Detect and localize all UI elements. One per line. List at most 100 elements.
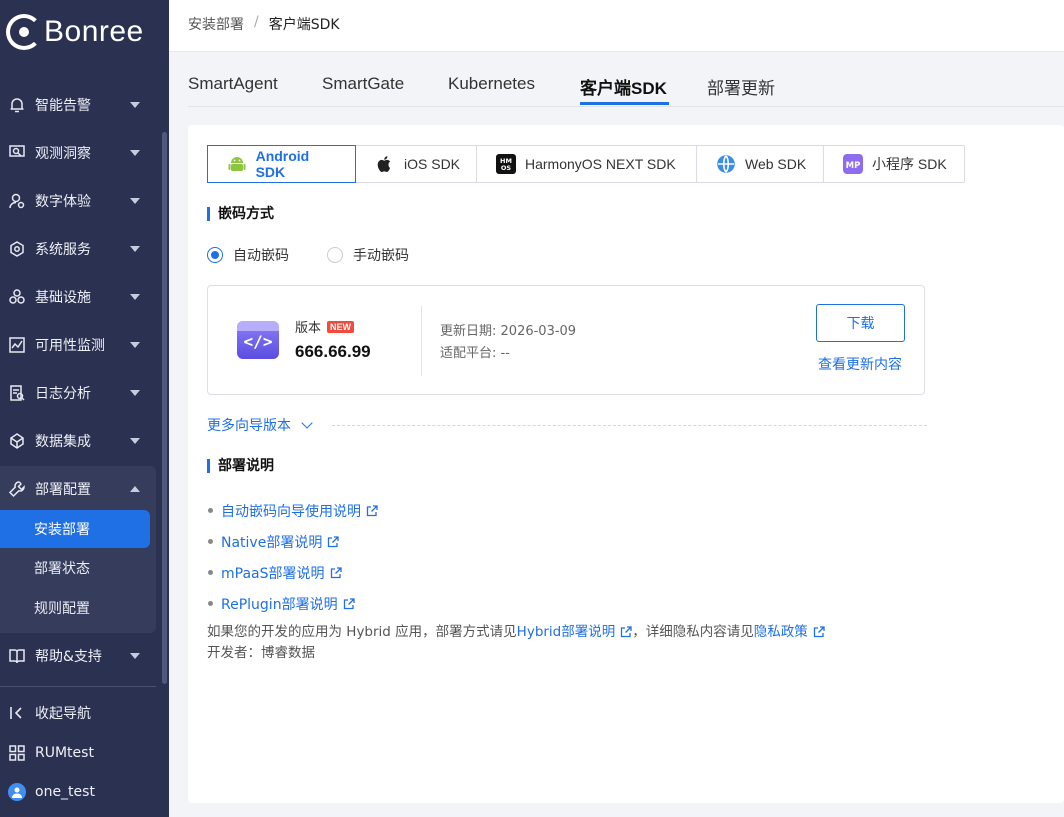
sidebar-item-infrastructure[interactable]: 基础设施	[0, 273, 156, 321]
sdk-tab-label: Web SDK	[745, 156, 807, 172]
sidebar-item-label: 系统服务	[35, 242, 91, 258]
privacy-policy-link[interactable]: 隐私政策	[754, 624, 808, 640]
external-link-icon	[621, 626, 632, 638]
update-date-row: 更新日期: 2026-03-09	[440, 320, 576, 339]
app-name: RUMtest	[35, 745, 94, 761]
deploy-doc-list: 自动嵌码向导使用说明 Native部署说明 mPaaS部署说明 RePlugin…	[207, 495, 378, 619]
more-versions-label: 更多向导版本	[207, 418, 291, 434]
sdk-tab-android[interactable]: Android SDK	[207, 145, 356, 183]
sidebar-subitem-rule-config[interactable]: 规则配置	[0, 589, 150, 627]
miniprogram-icon: MP	[842, 153, 864, 175]
bullet-dot	[208, 539, 213, 544]
sdk-tab-harmonyos[interactable]: HM OS HarmonyOS NEXT SDK	[476, 145, 697, 183]
sdk-tab-label: iOS SDK	[404, 156, 461, 172]
note-prefix: 如果您的开发的应用为 Hybrid 应用，部署方式请见	[207, 624, 517, 640]
apps-grid-icon	[8, 744, 26, 762]
brand-logo[interactable]: Bonree	[6, 12, 144, 52]
breadcrumb: 安装部署 / 客户端SDK	[188, 14, 340, 34]
sdk-tab-ios[interactable]: iOS SDK	[355, 145, 477, 183]
update-date-value: 2026-03-09	[500, 324, 577, 339]
hybrid-deploy-link[interactable]: Hybrid部署说明	[517, 624, 616, 640]
android-icon	[226, 153, 248, 175]
view-update-content-link[interactable]: 查看更新内容	[818, 354, 902, 374]
sdk-tab-label: 小程序 SDK	[872, 156, 947, 172]
list-item[interactable]: Native部署说明	[207, 526, 378, 557]
collapse-nav-button[interactable]: 收起导航	[0, 693, 156, 733]
tab-kubernetes[interactable]: Kubernetes	[448, 74, 535, 94]
sidebar-item-deploy-config[interactable]: 部署配置	[0, 465, 156, 513]
sidebar-item-label: 部署配置	[35, 482, 91, 498]
sidebar-scrollbar[interactable]	[162, 132, 167, 684]
breadcrumb-parent[interactable]: 安装部署	[188, 14, 244, 34]
list-item[interactable]: 自动嵌码向导使用说明	[207, 495, 378, 526]
list-item[interactable]: RePlugin部署说明	[207, 588, 378, 619]
tab-client-sdk[interactable]: 客户端SDK	[580, 74, 667, 99]
apple-icon	[374, 153, 396, 175]
doc-link[interactable]: 自动嵌码向导使用说明	[221, 501, 361, 521]
insight-icon	[8, 144, 26, 162]
bonree-logo-icon	[6, 14, 42, 50]
radio-auto-embed-label[interactable]: 自动嵌码	[233, 245, 289, 265]
deploy-note: 如果您的开发的应用为 Hybrid 应用，部署方式请见Hybrid部署说明 ，详细…	[207, 622, 825, 664]
bullet-dot	[208, 570, 213, 575]
dashed-divider	[332, 425, 927, 426]
embed-section-title: 嵌码方式	[207, 207, 274, 221]
app-switcher[interactable]: RUMtest	[0, 733, 156, 773]
doc-link[interactable]: mPaaS部署说明	[221, 563, 325, 583]
svg-text:MP: MP	[846, 161, 861, 171]
external-link-icon	[366, 504, 378, 516]
list-item[interactable]: mPaaS部署说明	[207, 557, 378, 588]
sidebar-item-insight[interactable]: 观测洞察	[0, 129, 156, 177]
embed-mode-radio-group: 自动嵌码 手动嵌码	[207, 245, 409, 265]
version-divider	[421, 306, 422, 376]
developer-label: 开发者：	[207, 645, 261, 661]
sidebar-item-label: 基础设施	[35, 290, 91, 306]
sidebar-item-experience[interactable]: 数字体验	[0, 177, 156, 225]
external-link-icon	[328, 535, 339, 547]
chevron-down-icon	[130, 438, 140, 444]
alert-icon	[8, 96, 26, 114]
doc-link[interactable]: Native部署说明	[221, 532, 322, 552]
download-button[interactable]: 下载	[816, 304, 905, 342]
external-link-icon	[343, 597, 355, 609]
sdk-tab-web[interactable]: Web SDK	[696, 145, 824, 183]
chevron-up-icon	[130, 486, 140, 492]
tab-smartagent[interactable]: SmartAgent	[188, 74, 278, 94]
external-link-icon	[813, 626, 825, 638]
chevron-down-icon	[301, 417, 313, 429]
tab-deploy-update[interactable]: 部署更新	[707, 74, 775, 99]
sidebar-item-availability[interactable]: 可用性监测	[0, 321, 156, 369]
deploy-tabs: SmartAgent SmartGate Kubernetes 客户端SDK 部…	[188, 62, 1064, 107]
chevron-down-icon	[130, 246, 140, 252]
user-experience-icon	[8, 192, 26, 210]
sidebar-item-help[interactable]: 帮助&支持	[0, 632, 156, 680]
version-label: 版本	[295, 321, 322, 336]
radio-auto-embed[interactable]	[207, 247, 223, 263]
sidebar-item-data-integration[interactable]: 数据集成	[0, 417, 156, 465]
sidebar-subitem-install[interactable]: 安装部署	[0, 510, 150, 548]
sidebar-item-system-service[interactable]: 系统服务	[0, 225, 156, 273]
developer-name: 博睿数据	[261, 645, 315, 661]
sdk-tab-label: HarmonyOS NEXT SDK	[525, 156, 676, 172]
content-card: Android SDK iOS SDK HM OS HarmonyOS NEXT …	[188, 125, 1064, 803]
bullet-dot	[208, 508, 213, 513]
sdk-tab-label: Android SDK	[255, 148, 310, 180]
avatar-icon	[8, 783, 26, 801]
sidebar-item-log[interactable]: 日志分析	[0, 369, 156, 417]
user-menu[interactable]: one_test	[0, 772, 156, 812]
note-middle: ，详细隐私内容请见	[632, 624, 754, 640]
sidebar-item-alert[interactable]: 智能告警	[0, 81, 156, 129]
sidebar-item-label: 数字体验	[35, 194, 91, 210]
radio-manual-embed[interactable]	[327, 247, 343, 263]
harmonyos-icon: HM OS	[495, 153, 517, 175]
log-icon	[8, 384, 26, 402]
brand-name: Bonree	[44, 15, 144, 48]
bullet-dot	[208, 601, 213, 606]
hybrid-note-line: 如果您的开发的应用为 Hybrid 应用，部署方式请见Hybrid部署说明 ，详细…	[207, 622, 825, 643]
radio-manual-embed-label[interactable]: 手动嵌码	[353, 245, 409, 265]
doc-link[interactable]: RePlugin部署说明	[221, 594, 338, 614]
sdk-tab-miniprogram[interactable]: MP 小程序 SDK	[823, 145, 965, 183]
sidebar-subitem-deploy-status[interactable]: 部署状态	[0, 549, 150, 587]
more-versions-toggle[interactable]: 更多向导版本	[207, 415, 313, 435]
tab-smartgate[interactable]: SmartGate	[322, 74, 404, 94]
